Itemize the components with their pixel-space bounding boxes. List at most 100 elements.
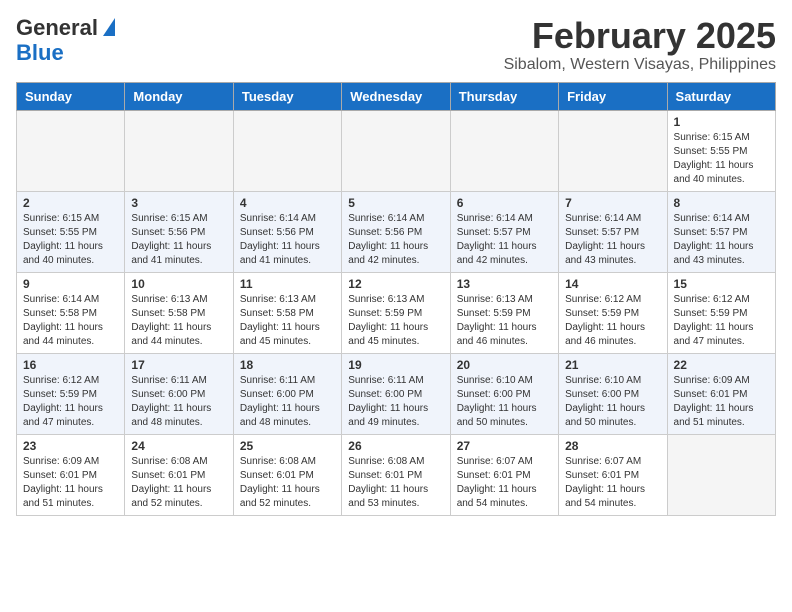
day-info: Sunrise: 6:14 AMSunset: 5:58 PMDaylight:… — [23, 293, 118, 349]
day-number: 4 — [240, 196, 335, 210]
day-info: Sunrise: 6:15 AMSunset: 5:56 PMDaylight:… — [131, 212, 226, 268]
calendar-table: SundayMondayTuesdayWednesdayThursdayFrid… — [16, 82, 776, 516]
calendar-cell: 28 Sunrise: 6:07 AMSunset: 6:01 PMDayligh… — [559, 434, 667, 515]
calendar-cell: 19 Sunrise: 6:11 AMSunset: 6:00 PMDayligh… — [342, 353, 450, 434]
calendar-cell: 3 Sunrise: 6:15 AMSunset: 5:56 PMDaylight… — [125, 191, 233, 272]
logo-text-blue: Blue — [16, 41, 64, 65]
calendar-week-row: 16 Sunrise: 6:12 AMSunset: 5:59 PMDayligh… — [17, 353, 776, 434]
logo-triangle-icon — [101, 18, 115, 41]
calendar-cell: 13 Sunrise: 6:13 AMSunset: 5:59 PMDayligh… — [450, 272, 558, 353]
day-info: Sunrise: 6:14 AMSunset: 5:57 PMDaylight:… — [565, 212, 660, 268]
calendar-cell — [667, 434, 775, 515]
day-number: 22 — [674, 358, 769, 372]
day-number: 13 — [457, 277, 552, 291]
calendar-cell: 8 Sunrise: 6:14 AMSunset: 5:57 PMDaylight… — [667, 191, 775, 272]
calendar-cell: 18Sunrise: 6:11 AMSunset: 6:00 PMDayligh… — [233, 353, 341, 434]
day-info: Sunrise: 6:07 AMSunset: 6:01 PMDaylight:… — [457, 455, 552, 511]
day-info: Sunrise: 6:11 AMSunset: 6:00 PMDaylight:… — [131, 374, 226, 430]
calendar-cell: 14 Sunrise: 6:12 AMSunset: 5:59 PMDayligh… — [559, 272, 667, 353]
calendar-cell — [233, 110, 341, 191]
calendar-cell: 16 Sunrise: 6:12 AMSunset: 5:59 PMDayligh… — [17, 353, 125, 434]
calendar-cell: 15Sunrise: 6:12 AMSunset: 5:59 PMDayligh… — [667, 272, 775, 353]
calendar-week-row: 23 Sunrise: 6:09 AMSunset: 6:01 PMDayligh… — [17, 434, 776, 515]
day-info: Sunrise: 6:09 AMSunset: 6:01 PMDaylight:… — [23, 455, 118, 511]
logo: General Blue — [16, 16, 115, 65]
day-number: 26 — [348, 439, 443, 453]
day-info: Sunrise: 6:10 AMSunset: 6:00 PMDaylight:… — [457, 374, 552, 430]
title-block: February 2025 Sibalom, Western Visayas, … — [504, 16, 776, 74]
calendar-cell: 7Sunrise: 6:14 AMSunset: 5:57 PMDaylight… — [559, 191, 667, 272]
day-info: Sunrise: 6:08 AMSunset: 6:01 PMDaylight:… — [348, 455, 443, 511]
calendar-cell — [450, 110, 558, 191]
calendar-cell: 10Sunrise: 6:13 AMSunset: 5:58 PMDayligh… — [125, 272, 233, 353]
calendar-cell: 1 Sunrise: 6:15 AMSunset: 5:55 PMDaylight… — [667, 110, 775, 191]
day-number: 23 — [23, 439, 118, 453]
day-info: Sunrise: 6:10 AMSunset: 6:00 PMDaylight:… — [565, 374, 660, 430]
day-number: 15 — [674, 277, 769, 291]
day-number: 16 — [23, 358, 118, 372]
logo-text-general: General — [16, 16, 98, 40]
day-number: 11 — [240, 277, 335, 291]
day-info: Sunrise: 6:13 AMSunset: 5:59 PMDaylight:… — [348, 293, 443, 349]
weekday-header-wednesday: Wednesday — [342, 82, 450, 110]
day-info: Sunrise: 6:15 AMSunset: 5:55 PMDaylight:… — [23, 212, 118, 268]
day-number: 2 — [23, 196, 118, 210]
day-info: Sunrise: 6:12 AMSunset: 5:59 PMDaylight:… — [565, 293, 660, 349]
calendar-subtitle: Sibalom, Western Visayas, Philippines — [504, 56, 776, 74]
weekday-header-sunday: Sunday — [17, 82, 125, 110]
day-number: 8 — [674, 196, 769, 210]
day-number: 19 — [348, 358, 443, 372]
calendar-cell: 25 Sunrise: 6:08 AMSunset: 6:01 PMDayligh… — [233, 434, 341, 515]
weekday-header-friday: Friday — [559, 82, 667, 110]
day-number: 3 — [131, 196, 226, 210]
calendar-title: February 2025 — [504, 16, 776, 56]
day-number: 25 — [240, 439, 335, 453]
day-info: Sunrise: 6:11 AMSunset: 6:00 PMDaylight:… — [348, 374, 443, 430]
weekday-header-monday: Monday — [125, 82, 233, 110]
calendar-cell — [559, 110, 667, 191]
day-info: Sunrise: 6:11 AMSunset: 6:00 PMDaylight:… — [240, 374, 335, 430]
calendar-cell: 6 Sunrise: 6:14 AMSunset: 5:57 PMDaylight… — [450, 191, 558, 272]
calendar-cell: 22 Sunrise: 6:09 AMSunset: 6:01 PMDayligh… — [667, 353, 775, 434]
day-number: 28 — [565, 439, 660, 453]
day-info: Sunrise: 6:09 AMSunset: 6:01 PMDaylight:… — [674, 374, 769, 430]
day-info: Sunrise: 6:13 AMSunset: 5:58 PMDaylight:… — [131, 293, 226, 349]
calendar-cell: 12Sunrise: 6:13 AMSunset: 5:59 PMDayligh… — [342, 272, 450, 353]
day-number: 27 — [457, 439, 552, 453]
day-number: 17 — [131, 358, 226, 372]
day-number: 20 — [457, 358, 552, 372]
calendar-cell: 21 Sunrise: 6:10 AMSunset: 6:00 PMDayligh… — [559, 353, 667, 434]
calendar-cell: 11Sunrise: 6:13 AMSunset: 5:58 PMDayligh… — [233, 272, 341, 353]
weekday-header-saturday: Saturday — [667, 82, 775, 110]
day-info: Sunrise: 6:07 AMSunset: 6:01 PMDaylight:… — [565, 455, 660, 511]
day-info: Sunrise: 6:08 AMSunset: 6:01 PMDaylight:… — [131, 455, 226, 511]
calendar-week-row: 2 Sunrise: 6:15 AMSunset: 5:55 PMDaylight… — [17, 191, 776, 272]
weekday-header-tuesday: Tuesday — [233, 82, 341, 110]
calendar-cell: 9 Sunrise: 6:14 AMSunset: 5:58 PMDaylight… — [17, 272, 125, 353]
calendar-cell — [125, 110, 233, 191]
calendar-cell: 2 Sunrise: 6:15 AMSunset: 5:55 PMDaylight… — [17, 191, 125, 272]
day-info: Sunrise: 6:14 AMSunset: 5:57 PMDaylight:… — [674, 212, 769, 268]
day-number: 5 — [348, 196, 443, 210]
day-info: Sunrise: 6:15 AMSunset: 5:55 PMDaylight:… — [674, 131, 769, 187]
day-number: 6 — [457, 196, 552, 210]
calendar-cell: 27 Sunrise: 6:07 AMSunset: 6:01 PMDayligh… — [450, 434, 558, 515]
day-number: 14 — [565, 277, 660, 291]
calendar-cell: 5Sunrise: 6:14 AMSunset: 5:56 PMDaylight… — [342, 191, 450, 272]
calendar-header-row: SundayMondayTuesdayWednesdayThursdayFrid… — [17, 82, 776, 110]
day-info: Sunrise: 6:14 AMSunset: 5:57 PMDaylight:… — [457, 212, 552, 268]
calendar-cell — [342, 110, 450, 191]
day-number: 21 — [565, 358, 660, 372]
day-info: Sunrise: 6:12 AMSunset: 5:59 PMDaylight:… — [23, 374, 118, 430]
day-info: Sunrise: 6:08 AMSunset: 6:01 PMDaylight:… — [240, 455, 335, 511]
day-number: 9 — [23, 277, 118, 291]
page-header: General Blue February 2025 Sibalom, West… — [16, 16, 776, 74]
calendar-cell: 4 Sunrise: 6:14 AMSunset: 5:56 PMDaylight… — [233, 191, 341, 272]
calendar-week-row: 1 Sunrise: 6:15 AMSunset: 5:55 PMDaylight… — [17, 110, 776, 191]
day-info: Sunrise: 6:14 AMSunset: 5:56 PMDaylight:… — [240, 212, 335, 268]
calendar-cell: 26 Sunrise: 6:08 AMSunset: 6:01 PMDayligh… — [342, 434, 450, 515]
day-number: 1 — [674, 115, 769, 129]
weekday-header-thursday: Thursday — [450, 82, 558, 110]
calendar-cell: 23 Sunrise: 6:09 AMSunset: 6:01 PMDayligh… — [17, 434, 125, 515]
day-info: Sunrise: 6:13 AMSunset: 5:59 PMDaylight:… — [457, 293, 552, 349]
